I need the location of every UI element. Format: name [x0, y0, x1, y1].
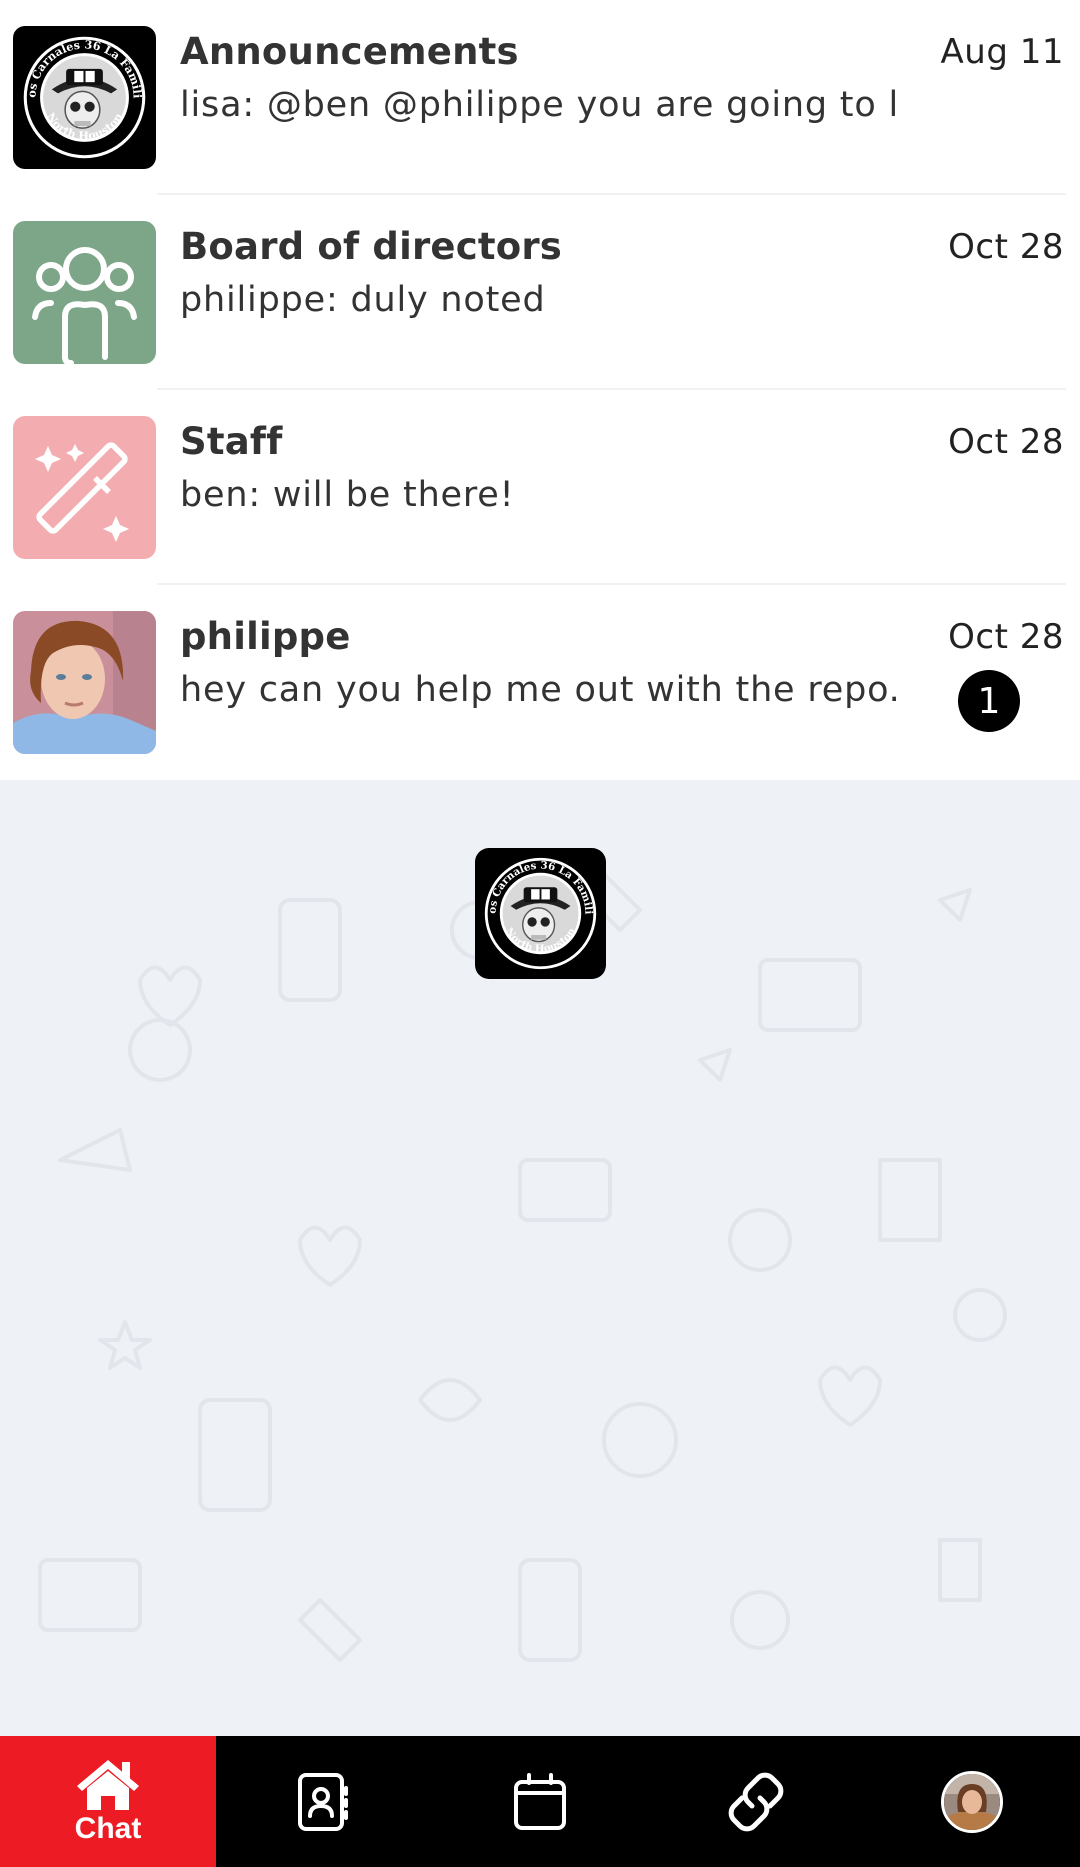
chat-item-board-of-directors[interactable]: Board of directors philippe: duly noted …	[0, 195, 1080, 390]
chat-item-staff[interactable]: Staff ben: will be there! Oct 28	[0, 390, 1080, 585]
chat-preview: philippe: duly noted	[180, 280, 546, 320]
magic-wand-icon	[13, 416, 156, 559]
chat-title: philippe	[180, 615, 351, 658]
user-photo-avatar	[13, 611, 156, 754]
chat-title: Board of directors	[180, 225, 563, 268]
chat-preview: hey can you help me out with the repo...	[180, 670, 900, 710]
calendar-icon	[514, 1772, 566, 1830]
chat-date: Oct 28	[948, 227, 1064, 267]
link-icon	[728, 1772, 784, 1831]
chat-preview: lisa: @ben @philippe you are going to li…	[180, 85, 900, 125]
group-icon	[13, 221, 156, 364]
chat-item-philippe[interactable]: philippe hey can you help me out with th…	[0, 585, 1080, 780]
nav-tab-contacts[interactable]	[216, 1736, 432, 1867]
nav-tab-links[interactable]	[648, 1736, 864, 1867]
chat-date: Oct 28	[948, 422, 1064, 462]
nav-tab-profile[interactable]	[864, 1736, 1080, 1867]
chat-date: Aug 11	[940, 32, 1064, 72]
chat-title: Staff	[180, 420, 283, 463]
contacts-book-icon	[298, 1772, 348, 1831]
bottom-nav: Chat	[0, 1736, 1080, 1867]
profile-avatar	[941, 1770, 1003, 1833]
home-icon	[77, 1759, 139, 1810]
nav-tab-calendar[interactable]	[432, 1736, 648, 1867]
chat-title: Announcements	[180, 30, 519, 73]
nav-label-chat: Chat	[74, 1811, 142, 1845]
chat-item-announcements[interactable]: Announcements lisa: @ben @philippe you a…	[0, 0, 1080, 195]
chat-list: Announcements lisa: @ben @philippe you a…	[0, 0, 1080, 780]
chat-preview: ben: will be there!	[180, 475, 515, 515]
club-logo-avatar	[13, 26, 156, 169]
nav-tab-chat[interactable]: Chat	[0, 1736, 216, 1867]
club-logo	[475, 848, 606, 979]
chat-date: Oct 28	[948, 617, 1064, 657]
unread-badge: 1	[958, 670, 1020, 732]
